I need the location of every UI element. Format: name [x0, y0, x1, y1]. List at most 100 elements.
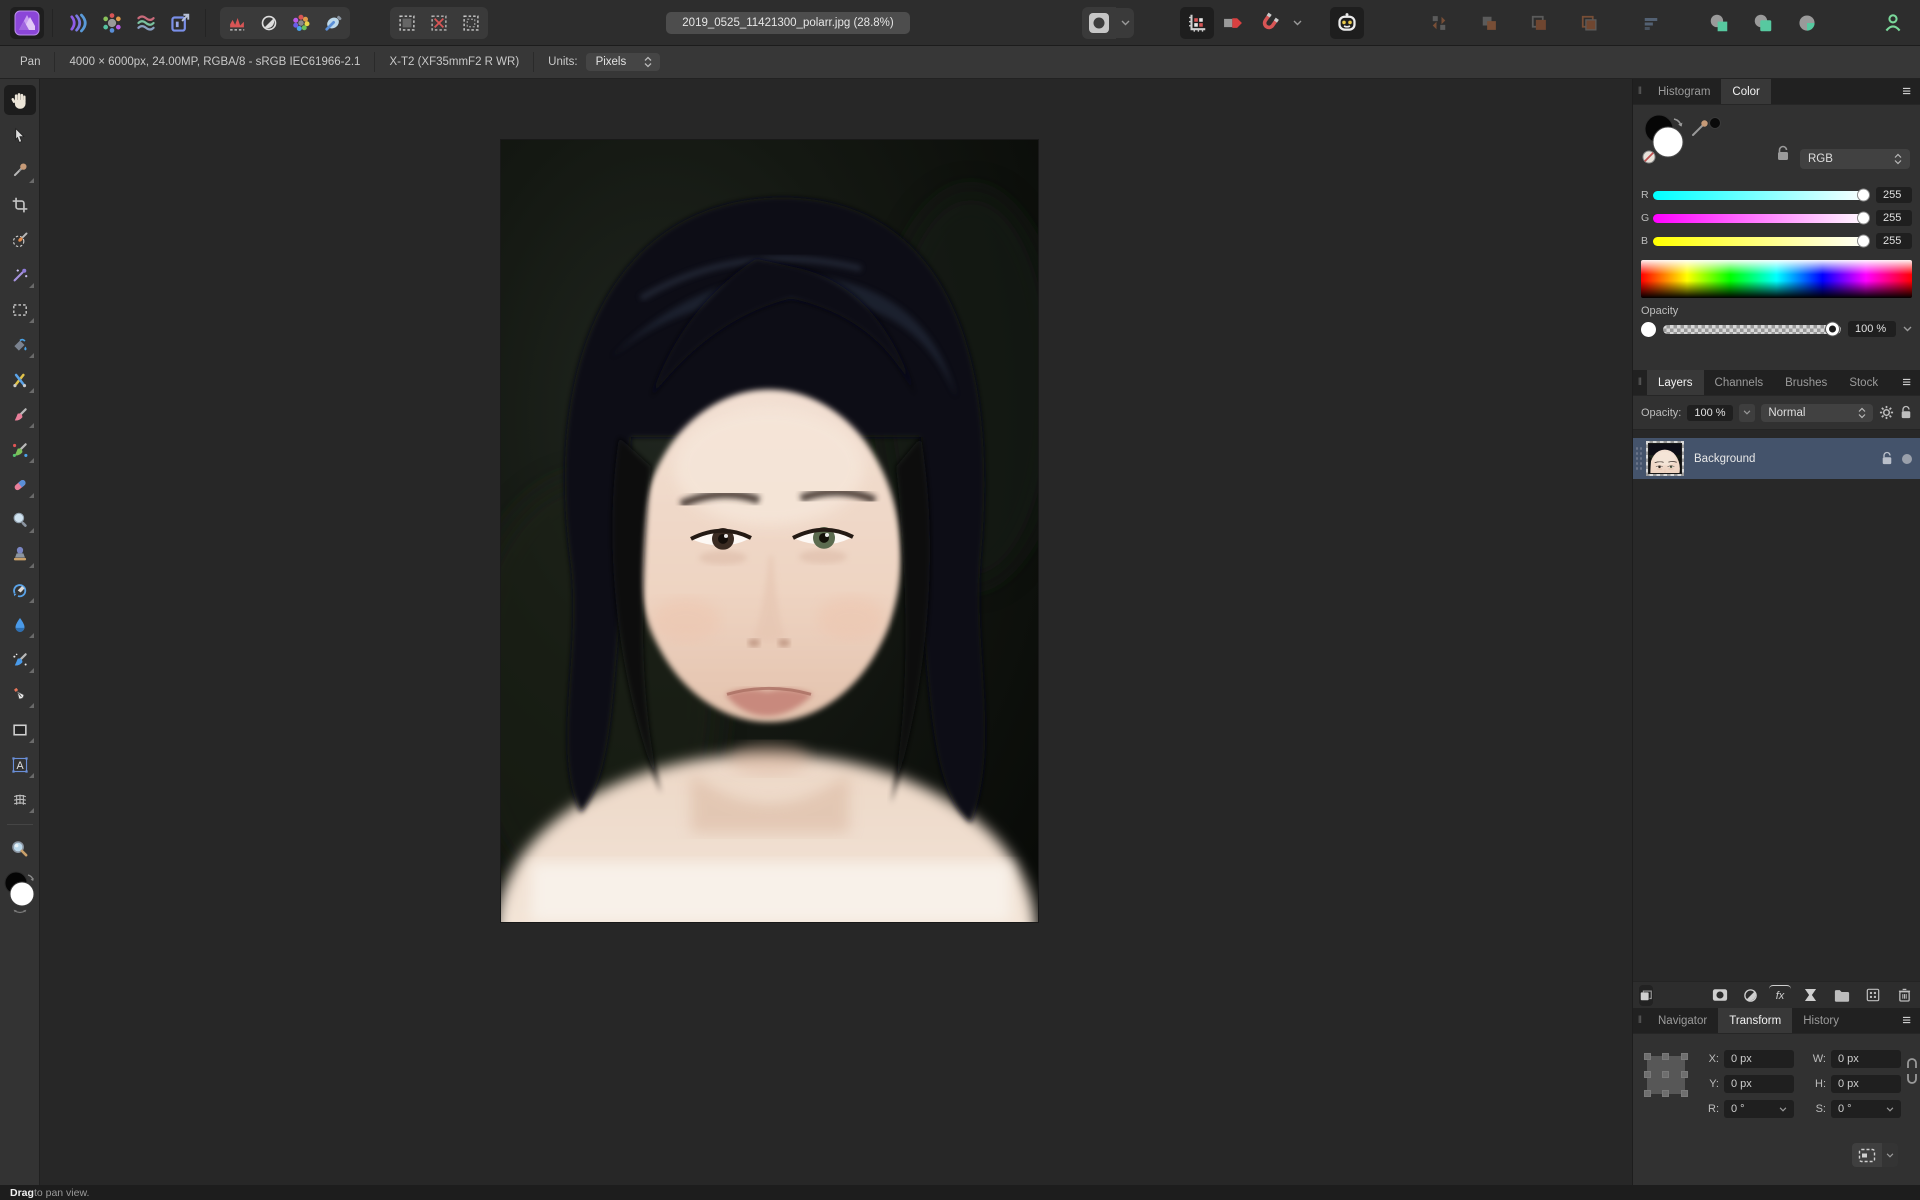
add-pixel-layer-icon[interactable]: [1862, 985, 1884, 1006]
blend-mode-select[interactable]: Normal: [1761, 404, 1873, 422]
colour-mode-select[interactable]: RGB: [1800, 149, 1910, 169]
layer-opacity-dropdown-icon[interactable]: [1739, 404, 1755, 422]
delete-layer-icon[interactable]: [1893, 985, 1915, 1006]
blue-slider[interactable]: [1653, 237, 1868, 246]
h-input[interactable]: 0 px: [1831, 1075, 1901, 1093]
tab-brushes[interactable]: Brushes: [1774, 370, 1838, 395]
colour-spectrum[interactable]: [1641, 260, 1912, 298]
add-adjustment-icon[interactable]: [1739, 985, 1761, 1006]
layer-thumbnail[interactable]: [1646, 441, 1684, 476]
transform-options-icon[interactable]: [1882, 1143, 1898, 1167]
edit-all-layers-icon[interactable]: [1639, 985, 1653, 1006]
boolean-divide-icon[interactable]: [1790, 7, 1824, 39]
tab-history[interactable]: History: [1792, 1008, 1850, 1033]
boolean-subtract-icon[interactable]: [1746, 7, 1780, 39]
photo-document[interactable]: [501, 140, 1038, 922]
panel-grip[interactable]: ‖: [1633, 79, 1647, 104]
assistant-robot-icon[interactable]: [1330, 7, 1364, 39]
text-tool[interactable]: A: [4, 750, 36, 780]
red-value[interactable]: 255: [1876, 187, 1912, 203]
snapping-options-icon[interactable]: [1288, 8, 1306, 38]
panel-menu-icon[interactable]: ≡: [1893, 1008, 1920, 1033]
tab-color[interactable]: Color: [1721, 79, 1770, 104]
r-dropdown-icon[interactable]: [1779, 1107, 1787, 1112]
zoom-tool[interactable]: [4, 833, 36, 863]
toggle-rotation-icon[interactable]: [1216, 7, 1250, 39]
auto-white-balance-icon[interactable]: [317, 8, 349, 38]
green-slider[interactable]: [1653, 214, 1868, 223]
panel-menu-icon[interactable]: ≡: [1893, 370, 1920, 395]
invert-selection-icon[interactable]: [455, 8, 487, 38]
auto-levels-icon[interactable]: [221, 8, 253, 38]
insert-behind-icon[interactable]: [1422, 7, 1456, 39]
marquee-tool[interactable]: [4, 295, 36, 325]
red-slider[interactable]: [1653, 191, 1868, 200]
rectangle-tool[interactable]: [4, 715, 36, 745]
lock-icon[interactable]: [1776, 145, 1790, 162]
mesh-warp-tool[interactable]: [4, 785, 36, 815]
tab-channels[interactable]: Channels: [1704, 370, 1775, 395]
s-input[interactable]: 0 °: [1831, 1100, 1901, 1118]
add-layer-effects-icon[interactable]: fx: [1769, 985, 1791, 1006]
crop-tool[interactable]: [4, 190, 36, 220]
mask-preview-icon[interactable]: [1082, 7, 1116, 39]
tab-transform[interactable]: Transform: [1718, 1008, 1792, 1033]
opacity-dropdown-icon[interactable]: [1903, 326, 1912, 332]
red-slider-knob[interactable]: [1857, 189, 1870, 202]
tab-histogram[interactable]: Histogram: [1647, 79, 1721, 104]
layer-locked-icon[interactable]: [1881, 451, 1893, 466]
layer-visibility-toggle[interactable]: [1902, 454, 1912, 464]
develop-persona-icon[interactable]: [61, 7, 95, 39]
opacity-slider[interactable]: [1663, 325, 1841, 334]
mask-preview-options-icon[interactable]: [1116, 8, 1134, 38]
select-all-icon[interactable]: [391, 8, 423, 38]
blue-slider-knob[interactable]: [1857, 235, 1870, 248]
selection-brush-tool[interactable]: [4, 225, 36, 255]
add-mask-icon[interactable]: [1709, 985, 1731, 1006]
units-select[interactable]: Pixels: [586, 53, 661, 71]
blue-value[interactable]: 255: [1876, 233, 1912, 249]
auto-colours-icon[interactable]: [285, 8, 317, 38]
blur-brush-tool[interactable]: [4, 610, 36, 640]
transform-origin-button[interactable]: [1852, 1143, 1882, 1167]
colour-replacement-brush-tool[interactable]: [4, 435, 36, 465]
flood-select-tool[interactable]: [4, 260, 36, 290]
colour-swatches[interactable]: [2, 870, 38, 916]
tab-navigator[interactable]: Navigator: [1647, 1008, 1718, 1033]
tab-layers[interactable]: Layers: [1647, 370, 1704, 395]
clone-stamp-tool[interactable]: [4, 540, 36, 570]
boolean-add-icon[interactable]: [1702, 7, 1736, 39]
add-live-filter-icon[interactable]: [1799, 985, 1821, 1006]
panel-menu-icon[interactable]: ≡: [1893, 79, 1920, 104]
document-tab[interactable]: 2019_0525_11421300_polarr.jpg (28.8%): [666, 12, 909, 34]
alignment-icon[interactable]: [1634, 7, 1668, 39]
deselect-icon[interactable]: [423, 8, 455, 38]
affinity-photo-logo-icon[interactable]: [10, 7, 44, 39]
insert-inside-icon[interactable]: [1522, 7, 1556, 39]
flood-fill-tool[interactable]: [4, 330, 36, 360]
panel-grip[interactable]: ‖: [1633, 370, 1647, 395]
blend-options-gear-icon[interactable]: [1879, 405, 1894, 420]
anchor-point-selector[interactable]: [1647, 1056, 1685, 1094]
green-slider-knob[interactable]: [1857, 212, 1870, 225]
canvas-area[interactable]: [40, 79, 1632, 1185]
s-dropdown-icon[interactable]: [1886, 1107, 1894, 1112]
opacity-slider-knob[interactable]: [1826, 323, 1839, 336]
w-input[interactable]: 0 px: [1831, 1050, 1901, 1068]
insert-replace-icon[interactable]: [1572, 7, 1606, 39]
insert-on-top-icon[interactable]: [1472, 7, 1506, 39]
erase-brush-tool[interactable]: [4, 470, 36, 500]
snapping-magnet-icon[interactable]: [1252, 7, 1286, 39]
opacity-value[interactable]: 100 %: [1848, 321, 1896, 337]
y-input[interactable]: 0 px: [1724, 1075, 1794, 1093]
liquify-persona-icon[interactable]: [129, 7, 163, 39]
paint-brush-tool[interactable]: [4, 400, 36, 430]
export-persona-icon[interactable]: [163, 7, 197, 39]
link-dimensions-icon[interactable]: [1906, 1058, 1918, 1084]
undo-brush-tool[interactable]: [4, 575, 36, 605]
sharpen-brush-tool[interactable]: [4, 645, 36, 675]
user-account-icon[interactable]: [1876, 7, 1910, 39]
green-value[interactable]: 255: [1876, 210, 1912, 226]
view-tool[interactable]: [4, 85, 36, 115]
x-input[interactable]: 0 px: [1724, 1050, 1794, 1068]
